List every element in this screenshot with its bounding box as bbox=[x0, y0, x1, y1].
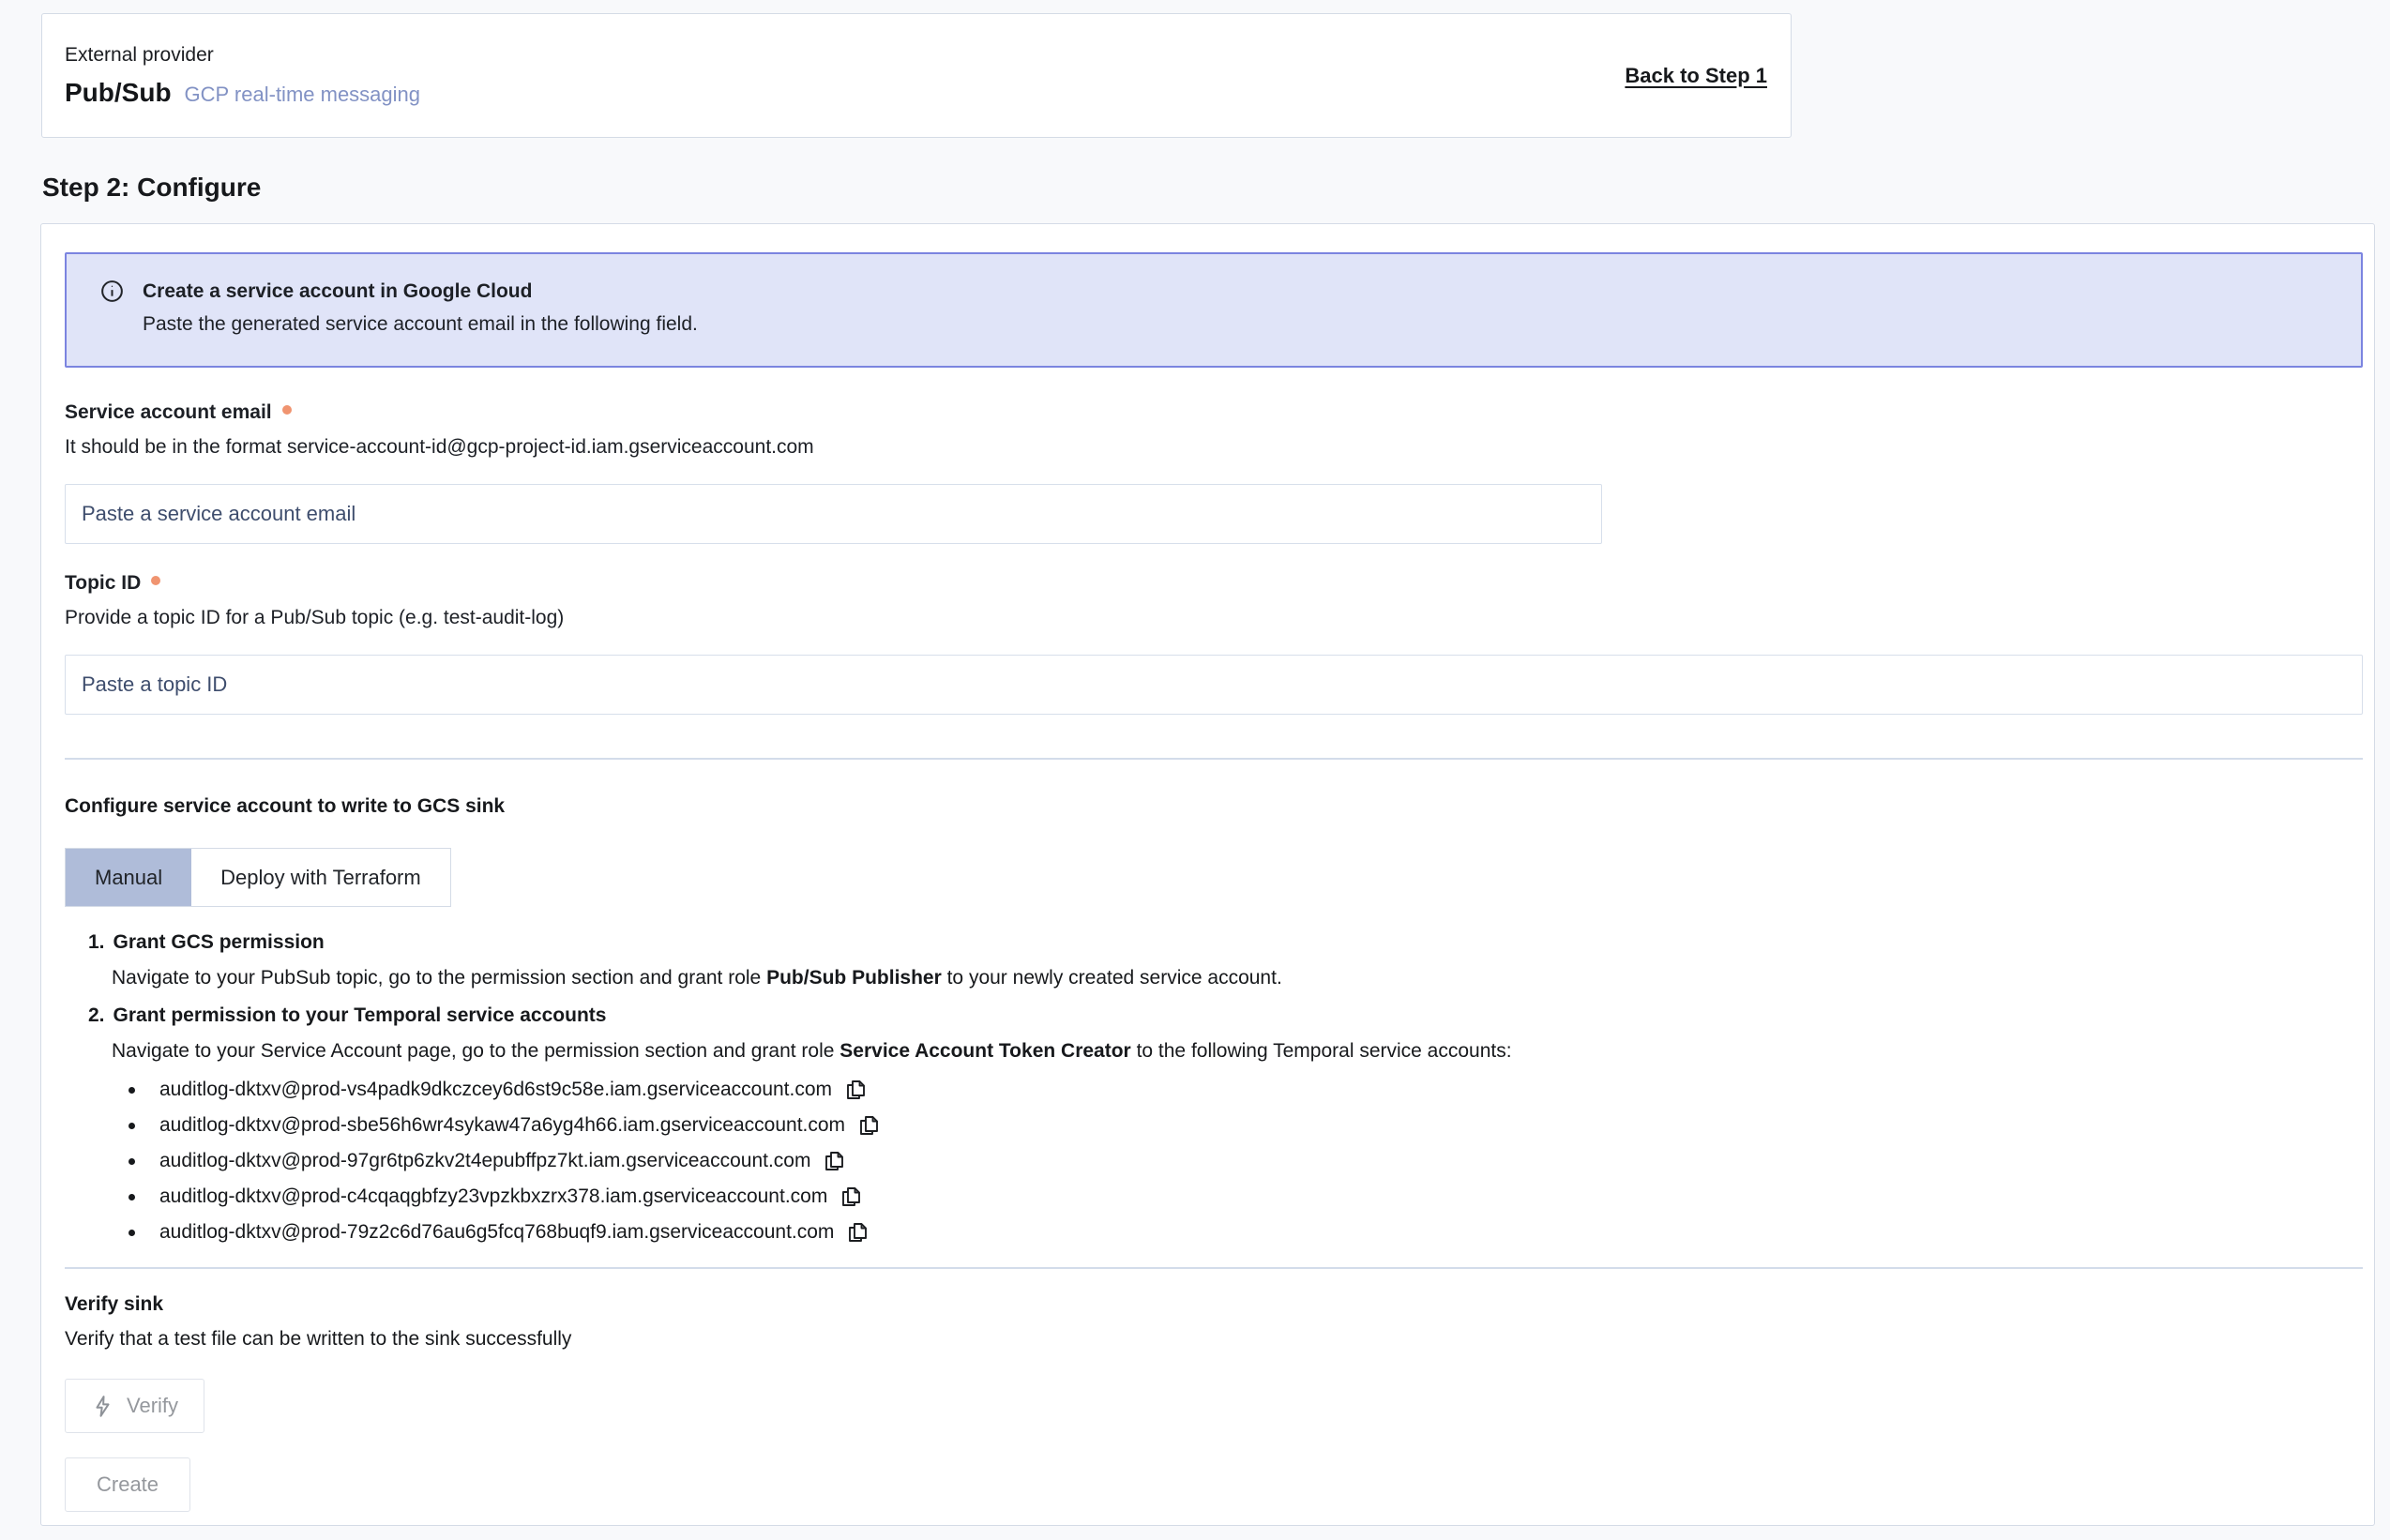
verify-button[interactable]: Verify bbox=[65, 1379, 204, 1433]
topic-id-input[interactable] bbox=[65, 655, 2363, 715]
info-banner-body: Paste the generated service account emai… bbox=[143, 313, 698, 336]
service-account-email: auditlog-dktxv@prod-vs4padk9dkczcey6d6st… bbox=[159, 1079, 832, 1101]
tab-deploy-with-terraform[interactable]: Deploy with Terraform bbox=[191, 849, 450, 906]
service-account-email: auditlog-dktxv@prod-c4cqaqgbfzy23vpzkbxz… bbox=[159, 1185, 827, 1208]
list-item: auditlog-dktxv@prod-c4cqaqgbfzy23vpzkbxz… bbox=[159, 1179, 2363, 1215]
verify-sink-label: Verify sink bbox=[65, 1293, 2363, 1316]
provider-name: Pub/Sub bbox=[65, 78, 172, 108]
service-account-email: auditlog-dktxv@prod-79z2c6d76au6g5fcq768… bbox=[159, 1221, 834, 1244]
configure-tabs: Manual Deploy with Terraform bbox=[65, 848, 451, 907]
topic-id-help: Provide a topic ID for a Pub/Sub topic (… bbox=[65, 607, 2363, 629]
step-1-title: Grant GCS permission bbox=[113, 931, 325, 954]
back-to-step-1-link[interactable]: Back to Step 1 bbox=[1625, 64, 1767, 88]
list-item: auditlog-dktxv@prod-sbe56h6wr4sykaw47a6y… bbox=[159, 1108, 2363, 1143]
zap-icon bbox=[91, 1395, 114, 1418]
copy-icon[interactable] bbox=[840, 1185, 862, 1208]
topic-id-label: Topic ID bbox=[65, 572, 141, 595]
step-2-number: 2. bbox=[88, 1004, 105, 1027]
provider-name-row: Pub/Sub GCP real-time messaging bbox=[65, 78, 420, 108]
section-divider bbox=[65, 1267, 2363, 1269]
provider-kicker: External provider bbox=[65, 44, 420, 67]
list-item: auditlog-dktxv@prod-97gr6tp6zkv2t4epubff… bbox=[159, 1143, 2363, 1179]
service-account-email: auditlog-dktxv@prod-sbe56h6wr4sykaw47a6y… bbox=[159, 1114, 845, 1137]
copy-icon[interactable] bbox=[846, 1221, 869, 1244]
list-item: auditlog-dktxv@prod-79z2c6d76au6g5fcq768… bbox=[159, 1215, 2363, 1250]
step-2-body: Navigate to your Service Account page, g… bbox=[112, 1040, 2363, 1063]
create-button-label: Create bbox=[97, 1472, 159, 1497]
configure-card: Create a service account in Google Cloud… bbox=[40, 223, 2375, 1526]
step-2-title-row: 2. Grant permission to your Temporal ser… bbox=[88, 1004, 2363, 1027]
info-banner-text: Create a service account in Google Cloud… bbox=[143, 280, 698, 336]
provider-card: External provider Pub/Sub GCP real-time … bbox=[41, 13, 1792, 138]
service-account-email-label: Service account email bbox=[65, 401, 272, 424]
verify-button-row: Verify bbox=[65, 1379, 2363, 1433]
instruction-step-2: 2. Grant permission to your Temporal ser… bbox=[65, 1004, 2363, 1063]
configure-section-label: Configure service account to write to GC… bbox=[65, 795, 2363, 818]
list-item: auditlog-dktxv@prod-vs4padk9dkczcey6d6st… bbox=[159, 1072, 2363, 1108]
service-account-list: auditlog-dktxv@prod-vs4padk9dkczcey6d6st… bbox=[65, 1072, 2363, 1250]
info-icon bbox=[99, 279, 125, 304]
service-account-email-label-row: Service account email bbox=[65, 401, 2363, 424]
step-1-title-row: 1. Grant GCS permission bbox=[88, 931, 2363, 954]
required-indicator bbox=[151, 576, 160, 585]
verify-button-label: Verify bbox=[127, 1394, 178, 1418]
service-account-email-help: It should be in the format service-accou… bbox=[65, 436, 2363, 459]
create-button[interactable]: Create bbox=[65, 1457, 190, 1512]
provider-info: External provider Pub/Sub GCP real-time … bbox=[65, 44, 420, 108]
copy-icon[interactable] bbox=[844, 1079, 867, 1101]
topic-id-label-row: Topic ID bbox=[65, 572, 2363, 595]
copy-icon[interactable] bbox=[857, 1114, 880, 1137]
info-banner: Create a service account in Google Cloud… bbox=[65, 252, 2363, 368]
service-account-email-field-group: Service account email It should be in th… bbox=[65, 401, 2363, 544]
tab-manual[interactable]: Manual bbox=[66, 849, 191, 906]
info-banner-title: Create a service account in Google Cloud bbox=[143, 280, 698, 303]
step-2-title: Grant permission to your Temporal servic… bbox=[113, 1004, 607, 1027]
step-1-body: Navigate to your PubSub topic, go to the… bbox=[112, 967, 2363, 989]
provider-tagline: GCP real-time messaging bbox=[185, 83, 420, 107]
required-indicator bbox=[282, 405, 292, 415]
copy-icon[interactable] bbox=[823, 1150, 845, 1172]
step-1-number: 1. bbox=[88, 931, 105, 954]
instruction-steps: 1. Grant GCS permission Navigate to your… bbox=[65, 931, 2363, 1063]
create-button-row: Create bbox=[65, 1457, 2363, 1512]
service-account-email-input[interactable] bbox=[65, 484, 1602, 544]
service-account-email: auditlog-dktxv@prod-97gr6tp6zkv2t4epubff… bbox=[159, 1150, 810, 1172]
page-title: Step 2: Configure bbox=[42, 173, 2390, 203]
verify-sink-help: Verify that a test file can be written t… bbox=[65, 1328, 2363, 1351]
instruction-step-1: 1. Grant GCS permission Navigate to your… bbox=[65, 931, 2363, 989]
topic-id-field-group: Topic ID Provide a topic ID for a Pub/Su… bbox=[65, 572, 2363, 715]
section-divider bbox=[65, 758, 2363, 760]
